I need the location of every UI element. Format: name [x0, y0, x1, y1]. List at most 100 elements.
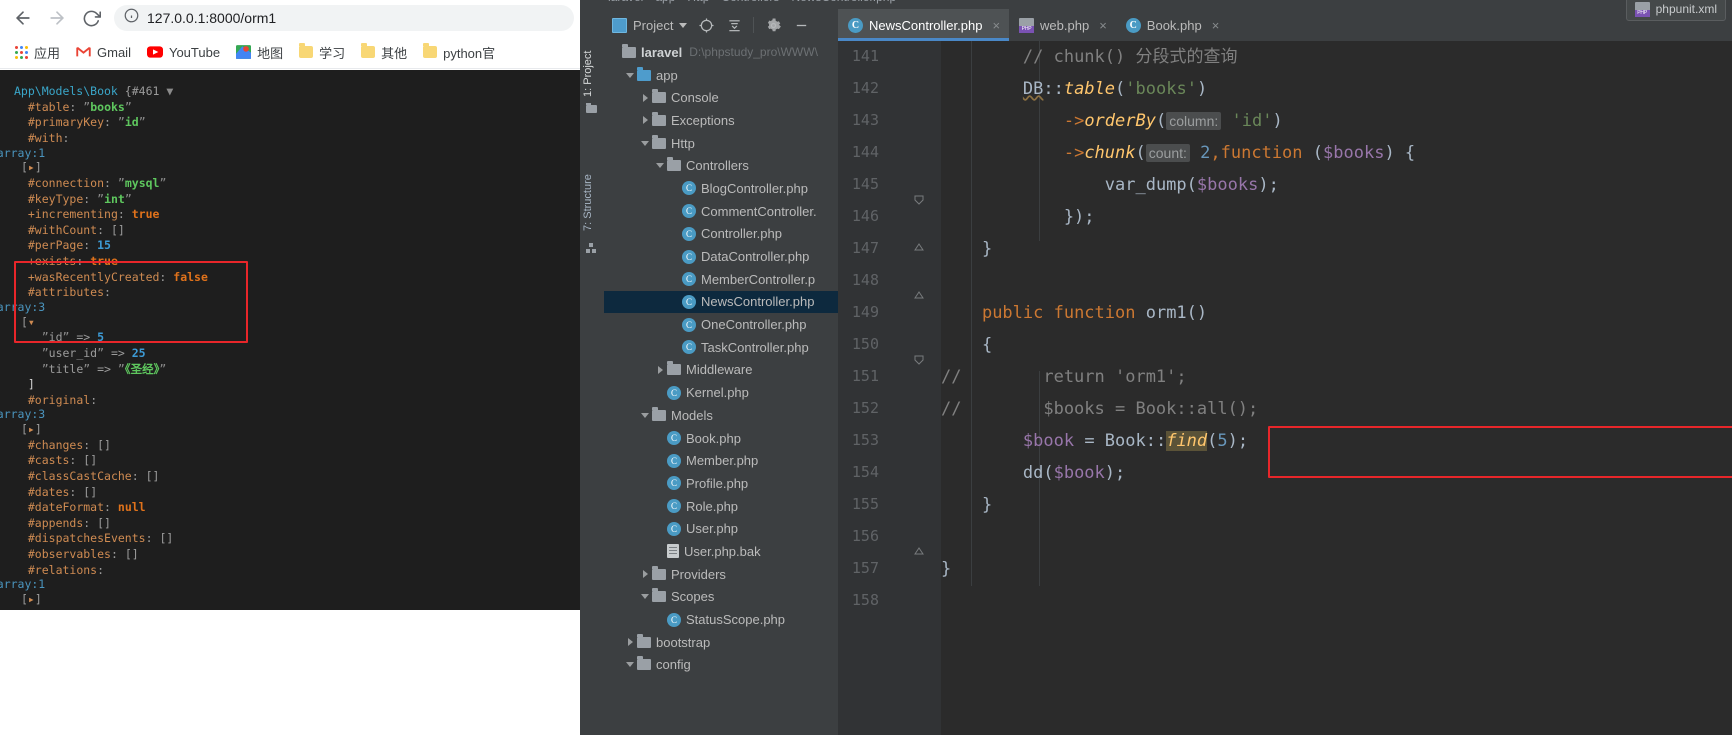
address-bar[interactable]: 127.0.0.1:8000/orm1	[114, 5, 574, 31]
tree-item-exceptions[interactable]: Exceptions	[604, 109, 838, 132]
chevron-right-icon[interactable]	[638, 567, 652, 581]
tree-item-scopes[interactable]: Scopes	[604, 586, 838, 609]
chevron-right-icon[interactable]	[623, 635, 637, 649]
code-line[interactable]: }	[941, 553, 1732, 585]
breadcrumb-item[interactable]: NewsController.php	[791, 0, 896, 4]
code-line[interactable]: public function orm1()	[941, 297, 1732, 329]
fold-marker-icon[interactable]	[913, 545, 925, 557]
close-icon[interactable]: ×	[1212, 18, 1220, 33]
code-line[interactable]: ->orderBy(column: 'id')	[941, 105, 1732, 137]
tree-item-kernel-php[interactable]: C Kernel.php	[604, 381, 838, 404]
chevron-right-icon[interactable]	[638, 91, 652, 105]
fold-marker-icon[interactable]	[913, 353, 925, 365]
chevron-down-icon[interactable]	[623, 68, 637, 82]
chevron-down-icon[interactable]	[623, 658, 637, 672]
code-line[interactable]	[941, 585, 1732, 617]
tree-item-datacontroller-php[interactable]: C DataController.php	[604, 245, 838, 268]
bookmark-maps[interactable]: 地图	[229, 39, 290, 65]
chevron-right-icon[interactable]	[653, 363, 667, 377]
fold-marker-icon[interactable]	[913, 193, 925, 205]
fold-marker-icon[interactable]	[913, 289, 925, 301]
tree-item-providers[interactable]: Providers	[604, 563, 838, 586]
code-line[interactable]: });	[941, 201, 1732, 233]
editor-gutter[interactable]: 141 142 143 144 145 146 147 148 149 150 151 152 153 1…	[838, 41, 941, 735]
tree-item-statusscope-php[interactable]: C StatusScope.php	[604, 608, 838, 631]
code-line[interactable]: var_dump($books);	[941, 169, 1732, 201]
code-line[interactable]: // $books = Book::all();	[941, 393, 1732, 425]
code-line[interactable]	[941, 265, 1732, 297]
code-text-area[interactable]: // chunk() 分段式的查询 DB::table('books') ->o…	[941, 41, 1732, 735]
tree-item-bootstrap[interactable]: bootstrap	[604, 631, 838, 654]
code-token: // chunk()	[1022, 47, 1136, 67]
tool-window-structure[interactable]: 7: Structure	[582, 139, 602, 231]
collapse-all-icon[interactable]	[725, 16, 743, 34]
tree-item-laravel[interactable]: laravel D:\phpstudy_pro\WWW\	[604, 41, 838, 64]
code-line[interactable]: dd($book);	[941, 457, 1732, 489]
breadcrumb-item[interactable]: Http	[687, 0, 709, 4]
tool-window-project[interactable]: 1: Project	[582, 25, 602, 97]
code-line[interactable]	[941, 521, 1732, 553]
tree-item-controllers[interactable]: Controllers	[604, 154, 838, 177]
code-editor[interactable]: 141 142 143 144 145 146 147 148 149 150 151 152 153 1…	[838, 41, 1732, 735]
project-tree-panel[interactable]: laravel D:\phpstudy_pro\WWW\ app Console Exc…	[604, 41, 839, 735]
tree-item-models[interactable]: Models	[604, 404, 838, 427]
tree-item-commentcontroller-[interactable]: C CommentController.	[604, 200, 838, 223]
bookmark-folder-study[interactable]: 学习	[292, 39, 352, 65]
chevron-down-icon[interactable]	[638, 136, 652, 150]
tree-item-blogcontroller-php[interactable]: C BlogController.php	[604, 177, 838, 200]
bookmark-gmail[interactable]: Gmail	[69, 39, 138, 65]
run-configuration-widget[interactable]: phpunit.xml	[1625, 0, 1726, 21]
chevron-down-icon[interactable]	[653, 159, 667, 173]
settings-gear-icon[interactable]	[764, 16, 782, 34]
chevron-right-icon[interactable]	[638, 113, 652, 127]
breadcrumb-item[interactable]: laravel	[608, 0, 643, 4]
code-line[interactable]: }	[941, 233, 1732, 265]
chevron-down-icon[interactable]	[638, 590, 652, 604]
code-line[interactable]: // chunk() 分段式的查询	[941, 41, 1732, 73]
hide-panel-icon[interactable]	[792, 16, 810, 34]
editor-tab-newscontroller-php[interactable]: C NewsController.php ×	[838, 9, 1010, 41]
editor-tab-web-php[interactable]: web.php ×	[1009, 9, 1116, 41]
tree-item-middleware[interactable]: Middleware	[604, 359, 838, 382]
tree-item-controller-php[interactable]: C Controller.php	[604, 223, 838, 246]
fold-marker-icon[interactable]	[913, 241, 925, 253]
bookmark-folder-python[interactable]: python官	[416, 39, 502, 65]
breadcrumb-item[interactable]: app	[655, 0, 675, 4]
tree-item-user-php[interactable]: C User.php	[604, 517, 838, 540]
code-line[interactable]: // return 'orm1';	[941, 361, 1732, 393]
code-line[interactable]: {	[941, 329, 1732, 361]
project-view-selector[interactable]: Project	[612, 17, 688, 33]
tree-item-newscontroller-php[interactable]: C NewsController.php	[604, 290, 838, 314]
editor-tab-book-php[interactable]: C Book.php ×	[1116, 9, 1229, 41]
code-line[interactable]: }	[941, 489, 1732, 521]
breadcrumb-item[interactable]: Controllers	[721, 0, 779, 4]
reload-icon[interactable]	[74, 1, 108, 35]
tree-item-http[interactable]: Http	[604, 132, 838, 155]
back-arrow-icon[interactable]	[6, 1, 40, 35]
bookmark-apps[interactable]: 应用	[8, 39, 67, 65]
code-line[interactable]: ->chunk(count: 2,function ($books) {	[941, 137, 1732, 169]
tree-item-membercontroller-p[interactable]: C MemberController.p	[604, 268, 838, 291]
bookmark-folder-other[interactable]: 其他	[354, 39, 414, 65]
code-token: )	[1196, 79, 1208, 99]
tree-item-label: config	[656, 657, 691, 673]
close-icon[interactable]: ×	[992, 18, 1000, 33]
tree-item-console[interactable]: Console	[604, 86, 838, 109]
code-line[interactable]: DB::table('books')	[941, 73, 1732, 105]
dump-toggle-icon[interactable]: ▼	[166, 84, 173, 100]
bookmark-youtube[interactable]: YouTube	[140, 39, 227, 65]
tree-item-taskcontroller-php[interactable]: C TaskController.php	[604, 336, 838, 359]
tree-item-profile-php[interactable]: C Profile.php	[604, 472, 838, 495]
tree-item-member-php[interactable]: C Member.php	[604, 449, 838, 472]
code-line[interactable]: $book = Book::find(5);	[941, 425, 1732, 457]
tree-item-user-php-bak[interactable]: User.php.bak	[604, 540, 838, 563]
close-icon[interactable]: ×	[1099, 18, 1107, 33]
chevron-down-icon[interactable]	[638, 408, 652, 422]
tree-item-book-php[interactable]: C Book.php	[604, 427, 838, 450]
tree-item-onecontroller-php[interactable]: C OneController.php	[604, 313, 838, 336]
tree-item-config[interactable]: config	[604, 654, 838, 677]
locate-file-icon[interactable]	[697, 16, 715, 34]
tree-item-app[interactable]: app	[604, 64, 838, 87]
forward-arrow-icon[interactable]	[40, 1, 74, 35]
tree-item-role-php[interactable]: C Role.php	[604, 495, 838, 518]
